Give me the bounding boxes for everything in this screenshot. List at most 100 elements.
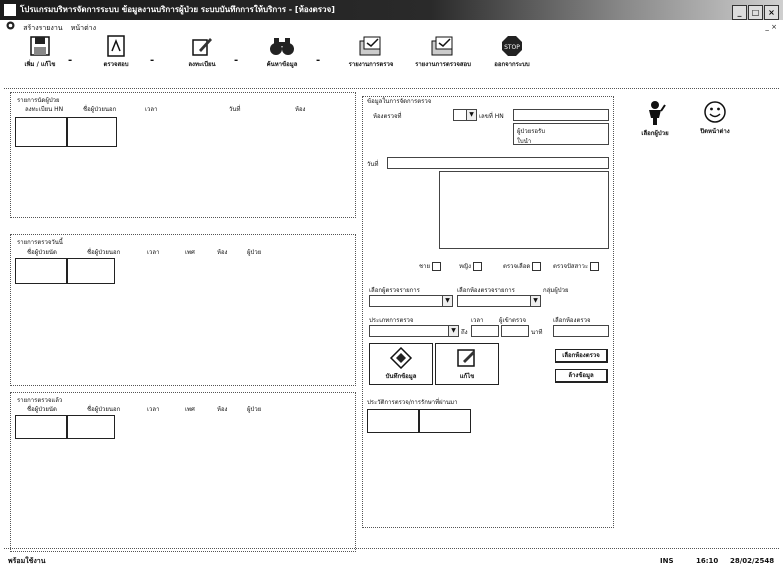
save-button[interactable]: บันทึกข้อมูล [369,343,433,385]
male-label: ชาย [419,263,430,270]
close-button[interactable]: × [764,5,779,20]
blood-test-label: ตรวจเลือด [503,263,531,270]
exam-info-title: ข้อมูลในการจัดการตรวจ [367,98,432,105]
select-room-button[interactable]: เลือกห้องตรวจ [555,349,608,363]
pass-input[interactable] [553,325,609,337]
today-exam-panel: รายการตรวจวันนี้ ชื่อผู้ป่วยนัด ชื่อผู้ป… [10,234,356,386]
edit-form-icon [457,349,475,367]
toolbar-search-button[interactable]: ค้นหาข้อมูล [254,35,310,69]
appointment-column-headers: ลงทะเบียน HN ชื่อผู้ป่วยนอก เวลา วันที่ … [17,104,347,113]
column-header[interactable]: เวลา [145,104,157,114]
table-cell[interactable] [67,117,117,147]
table-cell[interactable] [15,415,67,439]
column-header[interactable]: ห้อง [217,247,228,257]
examiner-combo[interactable]: ▼ [369,295,453,307]
close-window-label: ปิดหน้าต่าง [700,128,730,135]
doctor-label: ผู้เข้าตรวจ [499,317,527,324]
edit-button[interactable]: แก้ไข [435,343,499,385]
status-time: 16:10 [696,557,719,565]
date-input[interactable] [387,157,609,169]
date-label: วันที่ [367,161,379,168]
column-header[interactable]: ชื่อผู้ป่วยนัด [27,247,57,257]
exam-type-combo[interactable]: ▼ [369,325,459,337]
urine-test-checkbox[interactable]: ตรวจปัสสาวะ [553,261,600,271]
document-pdf-icon [107,35,125,57]
save-disk-icon [30,36,50,56]
maximize-button[interactable]: □ [748,5,763,20]
toolbar-save-button[interactable]: เพิ่ม / แก้ไข [12,35,68,69]
column-header[interactable]: ชื่อผู้ป่วยนัด [27,404,57,414]
exam-type-label: ประเภทการตรวจ [369,317,414,324]
app-menu-icon[interactable] [6,21,15,34]
time-input[interactable] [471,325,499,337]
exam-room-combo[interactable]: ▼ [457,295,541,307]
toolbar-report2-button[interactable]: รายงานการตรวจสอบ [408,35,478,69]
toolbar-report-button[interactable]: รายงานการตรวจ [336,35,406,69]
title-bar: โปรแกรมบริหารจัดการระบบ ข้อมูลงานบริการผ… [0,0,783,20]
select-patient-label: เลือกผู้ป่วย [641,130,669,137]
column-header[interactable]: เพศ [185,247,195,257]
column-header[interactable]: ลงทะเบียน HN [25,104,63,114]
column-header[interactable]: เวลา [147,404,159,414]
column-header[interactable]: ห้อง [217,404,228,414]
toolbar-separator: - [150,55,155,66]
eraser-save-icon [389,346,413,370]
blood-test-checkbox[interactable]: ตรวจเลือด [503,261,542,271]
column-header[interactable]: ผู้ป่วย [247,404,261,414]
room-combo[interactable]: ▼ [453,109,477,121]
toolbar-separator: - [234,55,239,66]
column-header[interactable]: ชื่อผู้ป่วยนอก [87,247,120,257]
toolbar-check-button[interactable]: ตรวจสอบ [88,35,144,69]
urine-test-label: ตรวจปัสสาวะ [553,263,589,270]
toolbar-exit-button[interactable]: STOP ออกจากระบบ [484,35,540,69]
svg-text:STOP: STOP [504,44,520,51]
column-header[interactable]: ผู้ป่วย [247,247,261,257]
male-checkbox[interactable]: ชาย [419,261,441,271]
table-cell[interactable] [67,415,115,439]
mdi-controls[interactable]: _ × [765,21,777,33]
column-header[interactable]: วันที่ [229,104,240,114]
toolbar: เพิ่ม / แก้ไข - ตรวจสอบ - ลงทะเบียน - ค้… [0,35,600,85]
menu-item-window[interactable]: หน้าต่าง [71,22,96,34]
minimize-button[interactable]: _ [732,5,747,20]
table-cell[interactable] [15,258,67,284]
examiner-label: เลือกผู้ตรวจรายการ [369,287,420,294]
report-folder-icon [431,36,453,56]
close-window-button[interactable]: ปิดหน้าต่าง [690,100,740,144]
today-exam-panel-title: รายการตรวจวันนี้ [17,239,63,246]
stop-sign-icon: STOP [502,36,522,56]
save-button-label: บันทึกข้อมูล [385,373,417,380]
column-header[interactable]: เวลา [147,247,159,257]
table-cell[interactable] [15,117,67,147]
done-exam-panel: รายการตรวจแล้ว ชื่อผู้ป่วยนัด ชื่อผู้ป่ว… [10,392,356,552]
toolbar-register-button[interactable]: ลงทะเบียน [174,35,230,69]
toolbar-register-label: ลงทะเบียน [188,61,216,68]
hn-input[interactable] [513,109,609,121]
history-cell[interactable] [367,409,419,433]
toolbar-separator: - [68,55,73,66]
column-header[interactable]: เพศ [185,404,195,414]
done-exam-column-headers: ชื่อผู้ป่วยนัด ชื่อผู้ป่วยนอก เวลา เพศ ห… [17,404,347,413]
history-cell[interactable] [419,409,471,433]
window-controls: _ □ × [731,3,779,20]
table-cell[interactable] [67,258,115,284]
exam-notes-textarea[interactable] [439,171,609,249]
edit-button-label: แก้ไข [459,373,475,380]
doctor-input[interactable] [501,325,529,337]
smiley-icon [704,101,726,123]
status-ins: INS [660,557,674,565]
today-exam-column-headers: ชื่อผู้ป่วยนัด ชื่อผู้ป่วยนอก เวลา เพศ ห… [17,247,347,256]
chevron-down-icon: ▼ [448,326,458,336]
time-label: เวลา [471,317,484,324]
column-header[interactable]: ชื่อผู้ป่วยนอก [83,104,116,114]
clear-button[interactable]: ล้างข้อมูล [555,369,608,383]
exam-info-group: ข้อมูลในการจัดการตรวจ ห้องตรวจที่ ▼ เลขท… [362,96,614,528]
female-checkbox[interactable]: หญิง [459,261,482,271]
select-patient-button[interactable]: เลือกผู้ป่วย [630,100,680,144]
toolbar-divider [4,88,779,89]
toolbar-report-label: รายงานการตรวจ [348,61,394,68]
column-header[interactable]: ชื่อผู้ป่วยนอก [87,404,120,414]
column-header[interactable]: ห้อง [295,104,306,114]
status-text: พร้อมใช้งาน [8,557,46,565]
menu-item-report[interactable]: สร้างรายงาน [23,22,62,34]
